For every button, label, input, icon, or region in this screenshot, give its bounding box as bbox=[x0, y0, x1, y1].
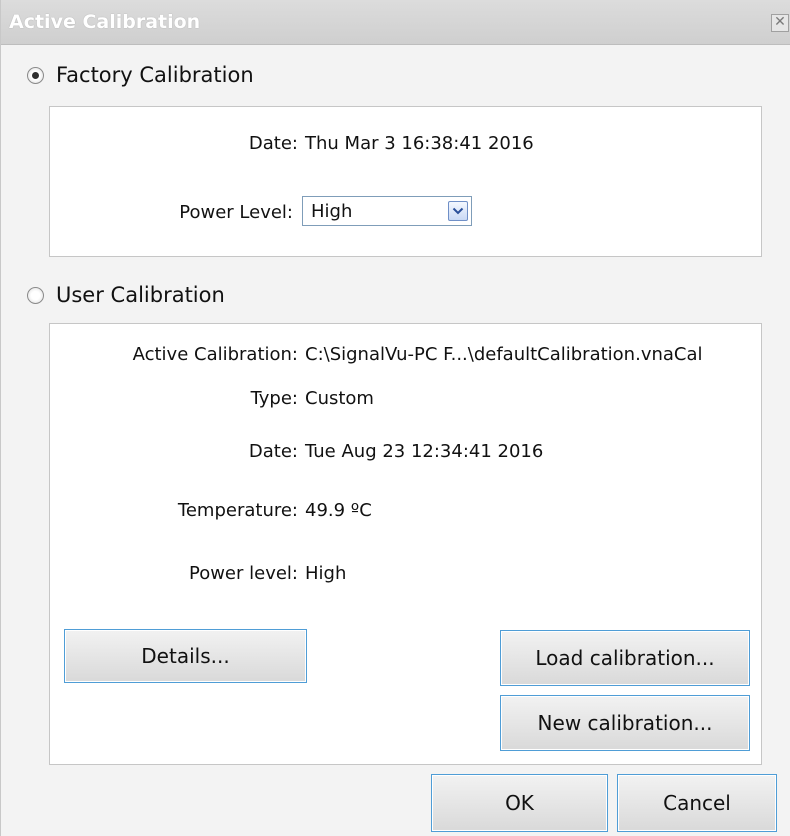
factory-date-value: Thu Mar 3 16:38:41 2016 bbox=[305, 133, 534, 154]
chevron-down-icon[interactable] bbox=[448, 201, 468, 221]
factory-calibration-radio[interactable] bbox=[27, 66, 44, 84]
load-calibration-button[interactable]: Load calibration... bbox=[500, 630, 750, 686]
power-level-label: Power Level: bbox=[179, 202, 293, 223]
user-date-value: Tue Aug 23 12:34:41 2016 bbox=[305, 441, 544, 462]
power-level-select[interactable]: High bbox=[302, 196, 472, 226]
temperature-label: Temperature: bbox=[177, 500, 298, 521]
cancel-button[interactable]: Cancel bbox=[617, 774, 777, 832]
temperature-value: 49.9 ºC bbox=[305, 500, 372, 521]
factory-calibration-label: Factory Calibration bbox=[56, 63, 254, 87]
active-calibration-dialog: Active Calibration ✕ Factory Calibration… bbox=[0, 0, 790, 836]
user-calibration-label: User Calibration bbox=[56, 283, 225, 307]
user-calibration-option[interactable]: User Calibration bbox=[27, 283, 225, 307]
user-power-level-value: High bbox=[305, 563, 347, 584]
type-value: Custom bbox=[305, 388, 374, 409]
active-calibration-value: C:\SignalVu-PC F...\defaultCalibration.v… bbox=[305, 344, 703, 365]
user-calibration-radio[interactable] bbox=[27, 286, 44, 304]
user-date-label: Date: bbox=[248, 441, 298, 462]
new-calibration-button[interactable]: New calibration... bbox=[500, 695, 750, 751]
close-icon[interactable]: ✕ bbox=[771, 14, 789, 32]
user-calibration-group: Active Calibration: C:\SignalVu-PC F...\… bbox=[49, 323, 762, 765]
factory-calibration-group: Date: Thu Mar 3 16:38:41 2016 Power Leve… bbox=[49, 106, 762, 257]
user-power-level-label: Power level: bbox=[188, 563, 298, 584]
window-title: Active Calibration bbox=[9, 11, 201, 33]
ok-button[interactable]: OK bbox=[431, 774, 608, 832]
details-button[interactable]: Details... bbox=[64, 629, 307, 683]
type-label: Type: bbox=[250, 388, 298, 409]
factory-date-label: Date: bbox=[248, 133, 298, 154]
power-level-value: High bbox=[311, 201, 353, 222]
title-bar: Active Calibration ✕ bbox=[1, 0, 790, 45]
active-calibration-label: Active Calibration: bbox=[132, 344, 298, 365]
factory-calibration-option[interactable]: Factory Calibration bbox=[27, 63, 254, 87]
